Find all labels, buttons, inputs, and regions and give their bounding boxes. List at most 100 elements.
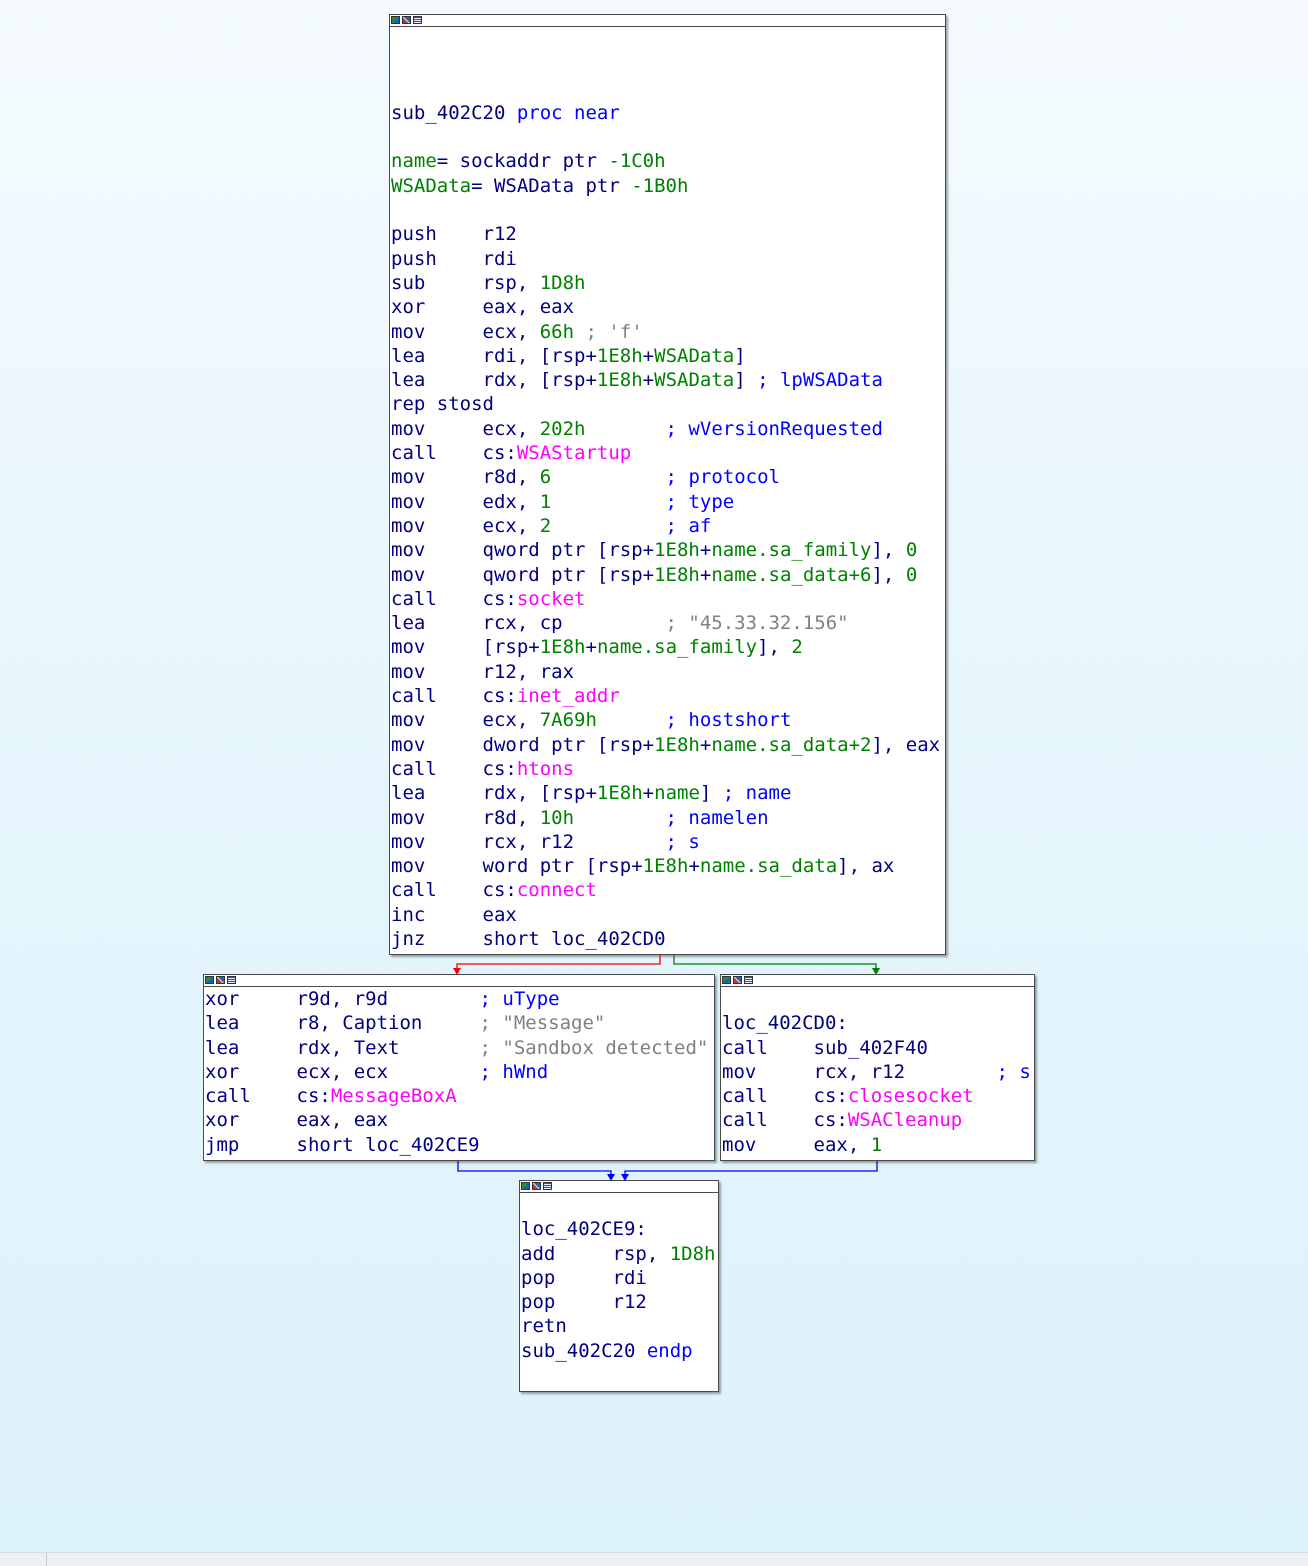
code-line[interactable]: mov r8d, 10h ; namelen [391, 806, 945, 830]
code-line[interactable]: mov r8d, 6 ; protocol [391, 465, 945, 489]
code-token: mov word ptr [rsp+ [391, 855, 643, 878]
code-token: retn [521, 1315, 567, 1338]
code-token: ; s [905, 1060, 1031, 1083]
code-line[interactable]: sub rsp, 1D8h [391, 271, 945, 295]
node-color-icon[interactable] [205, 976, 214, 984]
node-text-icon[interactable] [227, 976, 236, 984]
code-token: = sockaddr ptr [436, 150, 609, 173]
code-line[interactable]: call cs:htons [391, 757, 945, 781]
code-line[interactable]: lea rdx, [rsp+1E8h+name] ; name [391, 781, 945, 805]
code-token: call cs: [722, 1085, 848, 1108]
code-line[interactable]: mov ecx, 7A69h ; hostshort [391, 708, 945, 732]
code-token: + [642, 369, 655, 392]
node-text-icon[interactable] [413, 16, 422, 24]
node-graph-icon[interactable] [532, 1182, 541, 1190]
code-line[interactable] [391, 52, 945, 76]
code-token: name.sa_family [711, 539, 872, 562]
code-line[interactable]: call cs:connect [391, 878, 945, 902]
code-line[interactable]: lea rdx, Text ; "Sandbox detected" [205, 1036, 714, 1060]
node-graph-icon[interactable] [733, 976, 742, 984]
code-line[interactable]: mov dword ptr [rsp+1E8h+name.sa_data+2],… [391, 733, 945, 757]
code-token: 0 [905, 563, 918, 586]
code-line[interactable]: call sub_402F40 [722, 1036, 1034, 1060]
edge-right-to-exit[interactable] [624, 1161, 878, 1176]
graph-node-loc_402CD0[interactable]: loc_402CD0: call sub_402F40 mov rcx, r12 ;… [720, 974, 1035, 1161]
code-token: call cs: [391, 757, 517, 780]
code-line[interactable] [391, 77, 945, 101]
code-line[interactable]: loc_402CE9: [521, 1217, 718, 1241]
code-line[interactable]: call cs:WSAStartup [391, 441, 945, 465]
graph-node-loc_402CE9[interactable]: loc_402CE9: add rsp, 1D8h pop rdi pop r12 re… [519, 1180, 719, 1392]
node-color-icon[interactable] [391, 16, 400, 24]
code-line[interactable]: call cs:closesocket [722, 1084, 1034, 1108]
code-line[interactable]: mov ecx, 202h ; wVersionRequested [391, 417, 945, 441]
code-line[interactable]: lea rcx, cp ; "45.33.32.156" [391, 611, 945, 635]
code-token: push rdi [391, 247, 517, 270]
code-line[interactable]: jmp short loc_402CE9 [205, 1133, 714, 1157]
code-line[interactable]: call cs:socket [391, 587, 945, 611]
code-token: ], ax [837, 855, 895, 878]
code-line[interactable]: push r12 [391, 222, 945, 246]
code-line[interactable] [391, 28, 945, 52]
code-line[interactable]: loc_402CD0: [722, 1011, 1034, 1035]
code-line[interactable]: name= sockaddr ptr -1C0h [391, 149, 945, 173]
node-text-icon[interactable] [543, 1182, 552, 1190]
code-line[interactable]: inc eax [391, 903, 945, 927]
node-graph-icon[interactable] [402, 16, 411, 24]
code-token: 1 [870, 1133, 883, 1156]
code-token: htons [516, 757, 575, 780]
code-token: lea rdx, [rsp+ [391, 369, 597, 392]
node-graph-icon[interactable] [216, 976, 225, 984]
code-token: mov qword ptr [rsp+ [391, 539, 655, 562]
code-line[interactable]: call cs:WSACleanup [722, 1108, 1034, 1132]
code-line[interactable]: push rdi [391, 247, 945, 271]
code-line[interactable]: jnz short loc_402CD0 [391, 927, 945, 951]
code-line[interactable]: mov rcx, r12 ; s [722, 1060, 1034, 1084]
code-line[interactable]: sub_402C20 endp [521, 1339, 718, 1363]
code-line[interactable]: lea r8, Caption ; "Message" [205, 1011, 714, 1035]
code-line[interactable]: sub_402C20 proc near [391, 101, 945, 125]
code-line[interactable]: lea rdx, [rsp+1E8h+WSAData] ; lpWSAData [391, 368, 945, 392]
node-text-icon[interactable] [744, 976, 753, 984]
code-token: ; "Sandbox detected" [399, 1036, 709, 1059]
graph-node-sub_402C20[interactable]: sub_402C20 proc near name= sockaddr ptr -… [389, 14, 946, 955]
code-line[interactable]: call cs:MessageBoxA [205, 1084, 714, 1108]
code-line[interactable]: mov eax, 1 [722, 1133, 1034, 1157]
code-line[interactable]: pop rdi [521, 1266, 718, 1290]
code-line[interactable]: rep stosd [391, 392, 945, 416]
code-line[interactable]: lea rdi, [rsp+1E8h+WSAData] [391, 344, 945, 368]
code-token: ; hWnd [388, 1060, 549, 1083]
code-line[interactable]: mov ecx, 66h ; 'f' [391, 320, 945, 344]
code-line[interactable]: xor r9d, r9d ; uType [205, 987, 714, 1011]
code-line[interactable]: add rsp, 1D8h [521, 1242, 718, 1266]
code-token: + [699, 733, 712, 756]
code-line[interactable]: retn [521, 1314, 718, 1338]
code-token: call cs: [205, 1085, 331, 1108]
code-line[interactable]: mov edx, 1 ; type [391, 490, 945, 514]
edge-true-branch[interactable] [673, 955, 877, 970]
code-line[interactable] [722, 987, 1034, 1011]
code-line[interactable]: mov word ptr [rsp+1E8h+name.sa_data], ax [391, 854, 945, 878]
code-line[interactable]: WSAData= WSAData ptr -1B0h [391, 174, 945, 198]
code-line[interactable] [391, 198, 945, 222]
node-color-icon[interactable] [722, 976, 731, 984]
node-color-icon[interactable] [521, 1182, 530, 1190]
code-line[interactable]: call cs:inet_addr [391, 684, 945, 708]
code-line[interactable]: xor eax, eax [391, 295, 945, 319]
code-line[interactable]: mov qword ptr [rsp+1E8h+name.sa_data+6],… [391, 563, 945, 587]
graph-node-sandbox-branch[interactable]: xor r9d, r9d ; uType lea r8, Caption ; "M… [203, 974, 715, 1161]
code-line[interactable]: mov [rsp+1E8h+name.sa_family], 2 [391, 635, 945, 659]
code-token: 202h [539, 417, 586, 440]
code-line[interactable] [521, 1193, 718, 1217]
code-line[interactable]: mov rcx, r12 ; s [391, 830, 945, 854]
code-line[interactable]: mov qword ptr [rsp+1E8h+name.sa_family],… [391, 538, 945, 562]
edge-false-branch[interactable] [456, 955, 661, 970]
code-line[interactable]: xor eax, eax [205, 1108, 714, 1132]
code-line[interactable] [391, 125, 945, 149]
code-line[interactable]: xor ecx, ecx ; hWnd [205, 1060, 714, 1084]
code-token: jmp short loc_402CE9 [205, 1133, 480, 1156]
code-line[interactable]: pop r12 [521, 1290, 718, 1314]
edge-left-to-exit[interactable] [457, 1161, 612, 1176]
code-line[interactable]: mov r12, rax [391, 660, 945, 684]
code-line[interactable]: mov ecx, 2 ; af [391, 514, 945, 538]
